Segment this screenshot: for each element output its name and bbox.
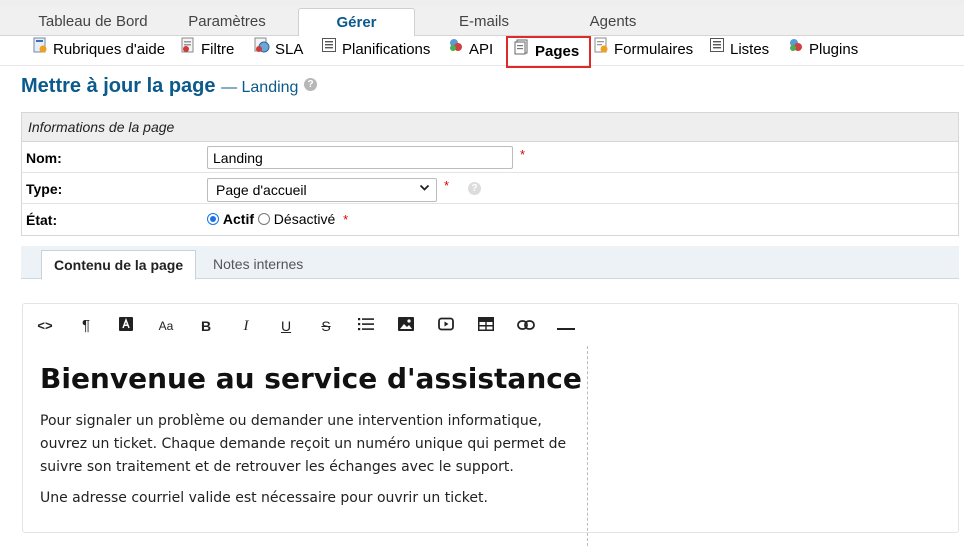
editor-toolbar: <> ¶ Aa B I U S xyxy=(23,304,958,346)
forms-icon xyxy=(593,37,609,61)
font-size-icon[interactable]: Aa xyxy=(154,315,178,337)
form-header: Informations de la page xyxy=(22,113,958,142)
main-nav: Tableau de Bord Paramètres Gérer E-mails… xyxy=(0,6,964,38)
link-icon[interactable] xyxy=(514,315,538,337)
sla-icon xyxy=(254,37,270,61)
required-mark: * xyxy=(520,147,526,162)
schedule-icon xyxy=(321,37,337,61)
status-active-label: Actif xyxy=(222,211,255,227)
sub-item-plugins[interactable]: Plugins xyxy=(786,38,858,64)
editor-divider xyxy=(587,346,588,546)
bold-icon[interactable]: B xyxy=(194,315,218,337)
status-label: État: xyxy=(26,212,58,228)
code-view-icon[interactable]: <> xyxy=(33,315,57,337)
name-field[interactable] xyxy=(207,146,513,169)
page-info-form: Informations de la page Nom: * Type: Pag… xyxy=(21,112,959,236)
sub-item-label: Filtre xyxy=(201,41,235,58)
type-label: Type: xyxy=(26,181,63,197)
tab-settings[interactable]: Paramètres xyxy=(164,8,290,36)
sub-item-lists[interactable]: Listes xyxy=(707,38,769,64)
content-tabs: Contenu de la page Notes internes xyxy=(21,246,959,280)
radio-active[interactable] xyxy=(207,213,219,226)
table-icon[interactable] xyxy=(474,315,498,337)
sub-item-schedules[interactable]: Planifications xyxy=(319,38,430,64)
filter-icon xyxy=(180,37,196,61)
document-heading: Bienvenue au service d'assistance xyxy=(40,362,582,395)
radio-disabled[interactable] xyxy=(257,213,270,226)
sub-item-label: SLA xyxy=(275,41,304,58)
video-icon[interactable] xyxy=(434,315,458,337)
paragraph-icon[interactable]: ¶ xyxy=(74,315,98,337)
form-row-name: Nom: * xyxy=(22,142,958,173)
horizontal-rule-icon[interactable] xyxy=(554,315,578,337)
sub-item-label: Pages xyxy=(535,43,580,60)
sub-item-label: Planifications xyxy=(342,41,431,58)
status-options: Actif Désactivé * xyxy=(207,211,348,227)
sub-item-api[interactable]: API xyxy=(446,38,493,64)
sub-item-label: API xyxy=(469,41,494,58)
page-subtitle: — Landing xyxy=(221,79,299,96)
chevron-down-icon xyxy=(419,182,430,196)
type-select-value: Page d'accueil xyxy=(216,182,307,198)
form-row-status: État: Actif Désactivé * xyxy=(22,204,958,235)
tab-emails[interactable]: E-mails xyxy=(430,8,538,36)
tab-dashboard[interactable]: Tableau de Bord xyxy=(22,8,164,36)
editor-document[interactable]: Bienvenue au service d'assistance Pour s… xyxy=(23,346,588,546)
list-icon[interactable] xyxy=(354,315,378,337)
help-icon[interactable]: ? xyxy=(304,78,318,92)
help-icon[interactable]: ? xyxy=(468,182,481,195)
document-paragraph: Pour signaler un problème ou demander un… xyxy=(40,413,567,475)
sub-item-pages[interactable]: Pages xyxy=(506,36,592,68)
underline-icon[interactable]: U xyxy=(274,315,298,337)
help-topics-icon xyxy=(32,37,48,61)
sub-item-label: Rubriques d'aide xyxy=(53,41,166,58)
required-mark: * xyxy=(343,212,349,227)
tab-internal-notes[interactable]: Notes internes xyxy=(201,250,315,279)
document-paragraph: Une adresse courriel valide est nécessai… xyxy=(40,490,488,506)
image-icon[interactable] xyxy=(394,315,418,337)
lists-icon xyxy=(709,37,725,61)
sub-item-forms[interactable]: Formulaires xyxy=(591,37,694,64)
strikethrough-icon[interactable]: S xyxy=(314,315,338,337)
sub-nav: Rubriques d'aide Filtre SLA Planificatio… xyxy=(0,36,964,68)
api-icon xyxy=(448,37,464,61)
sub-item-help-topics[interactable]: Rubriques d'aide xyxy=(30,37,166,64)
italic-icon[interactable]: I xyxy=(234,315,258,337)
sub-item-filter[interactable]: Filtre xyxy=(178,37,235,64)
plugins-icon xyxy=(788,37,804,61)
type-select[interactable]: Page d'accueil xyxy=(207,178,437,202)
rich-text-editor: <> ¶ Aa B I U S Bienvenue au service d'a… xyxy=(22,303,959,546)
pages-icon xyxy=(514,37,530,65)
sub-item-label: Plugins xyxy=(809,41,859,58)
sub-item-label: Listes xyxy=(730,41,770,58)
name-label: Nom: xyxy=(26,150,62,166)
text-color-icon[interactable] xyxy=(114,315,138,337)
tab-manage[interactable]: Gérer xyxy=(298,8,415,38)
form-row-type: Type: Page d'accueil * ? xyxy=(22,173,958,204)
tab-page-content[interactable]: Contenu de la page xyxy=(41,250,197,280)
required-mark: * xyxy=(444,178,450,193)
tab-agents[interactable]: Agents xyxy=(560,8,666,36)
sub-item-label: Formulaires xyxy=(614,41,694,58)
page-title-text: Mettre à jour la page xyxy=(21,75,216,97)
page-title: Mettre à jour la page — Landing ? xyxy=(21,75,318,98)
status-disabled-label: Désactivé xyxy=(273,211,336,227)
sub-item-sla[interactable]: SLA xyxy=(252,37,304,64)
